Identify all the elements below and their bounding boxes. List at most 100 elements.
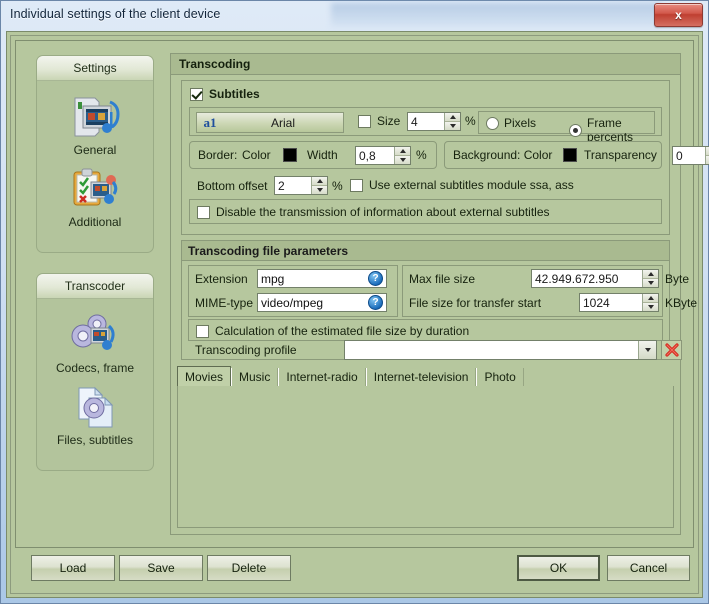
disable-transmission-checkbox[interactable] <box>197 205 210 219</box>
close-button[interactable]: x <box>654 3 703 27</box>
sidebar-item-general[interactable]: General <box>37 89 153 161</box>
border-width-up[interactable] <box>395 147 410 155</box>
max-file-size-unit: Byte <box>665 272 690 286</box>
transparency-stepper[interactable]: 0 <box>672 146 709 165</box>
tab-photo[interactable]: Photo <box>476 368 524 386</box>
file-parameters-right-col: Max file size 42.949.672.950 Byte File s… <box>402 265 697 317</box>
background-color-label: Background: Color <box>453 148 553 162</box>
delete-x-icon <box>664 343 679 357</box>
sidebar-group-transcoder-title: Transcoder <box>37 274 153 299</box>
calc-size-row[interactable]: Calculation of the estimated file size b… <box>188 319 663 341</box>
sidebar-item-additional-label: Additional <box>68 215 122 229</box>
transfer-start-up[interactable] <box>643 294 658 302</box>
bottom-offset-down[interactable] <box>312 185 327 194</box>
bottom-offset-value[interactable]: 2 <box>275 177 311 194</box>
mime-value: video/mpeg <box>261 295 324 310</box>
sidebar-item-files-subtitles[interactable]: Files, subtitles <box>37 379 153 451</box>
ok-button[interactable]: OK <box>517 555 600 581</box>
size-stepper[interactable]: 4 <box>407 112 461 131</box>
transfer-start-stepper[interactable]: 1024 <box>579 293 659 312</box>
max-file-size-value[interactable]: 42.949.672.950 <box>532 270 642 287</box>
mime-input[interactable]: video/mpeg ? <box>257 293 387 312</box>
font-name-label: Arial <box>270 115 295 130</box>
sidebar-item-codecs-frame-label: Codecs, frame <box>55 361 135 375</box>
main-content: Transcoding Subtitles a1 Arial Size 4 % … <box>170 53 709 535</box>
border-color-swatch[interactable] <box>283 148 297 162</box>
font-a1-icon: a1 <box>203 114 217 130</box>
tab-music[interactable]: Music <box>231 368 279 386</box>
max-file-size-stepper[interactable]: 42.949.672.950 <box>531 269 659 288</box>
background-group: Background: Color Transparency 0 <box>444 141 709 169</box>
border-color-label: Color <box>242 148 271 162</box>
profile-delete-button[interactable] <box>661 340 682 360</box>
transparency-label: Transparency <box>584 148 657 162</box>
extension-input[interactable]: mpg ? <box>257 269 387 288</box>
size-enable-row[interactable]: Size <box>358 114 400 128</box>
transcoding-fieldset: Transcoding Subtitles a1 Arial Size 4 % … <box>170 53 709 535</box>
save-button[interactable]: Save <box>119 555 203 581</box>
radio-pixels[interactable]: Pixels <box>486 116 536 130</box>
transparency-value[interactable]: 0 <box>673 147 705 164</box>
profile-combobox[interactable] <box>344 340 657 360</box>
tab-panel-movies <box>177 386 674 528</box>
profile-label: Transcoding profile <box>195 343 297 357</box>
radio-pixels-dot[interactable] <box>486 116 499 130</box>
sidebar-group-transcoder: Transcoder Codecs, frame Files, subtitle… <box>36 273 154 471</box>
tab-internet-radio[interactable]: Internet-radio <box>278 368 366 386</box>
max-file-size-up[interactable] <box>643 270 658 278</box>
sidebar-item-additional[interactable]: Additional <box>37 161 153 233</box>
border-width-down[interactable] <box>395 155 410 164</box>
tab-movies[interactable]: Movies <box>177 366 232 387</box>
subtitles-font-row: a1 Arial Size 4 % Pixels Frame percents <box>189 107 662 144</box>
extension-value: mpg <box>261 271 285 286</box>
files-gear-icon <box>69 384 121 430</box>
border-width-label: Width <box>307 148 338 162</box>
border-label: Border: <box>198 148 238 162</box>
delete-button[interactable]: Delete <box>207 555 291 581</box>
disable-transmission-label: Disable the transmission of information … <box>216 205 550 219</box>
transfer-start-down[interactable] <box>643 302 658 311</box>
background-color-swatch[interactable] <box>563 148 577 162</box>
media-tabs: Movies Music Internet-radio Internet-tel… <box>177 366 674 528</box>
font-select-button[interactable]: a1 Arial <box>196 112 344 133</box>
external-module-label: Use external subtitles module ssa, ass <box>369 178 574 192</box>
tabstrip: Movies Music Internet-radio Internet-tel… <box>177 366 674 387</box>
transcoding-title: Transcoding <box>171 54 680 75</box>
border-width-stepper[interactable]: 0,8 <box>355 146 411 165</box>
calc-size-checkbox[interactable] <box>196 324 209 338</box>
size-label: Size <box>377 114 401 128</box>
calc-size-label: Calculation of the estimated file size b… <box>215 324 470 338</box>
max-file-size-label: Max file size <box>409 272 476 286</box>
window-title: Individual settings of the client device <box>10 7 221 21</box>
sidebar-item-general-label: General <box>73 143 117 157</box>
cancel-button[interactable]: Cancel <box>607 555 690 581</box>
extension-help-icon[interactable]: ? <box>368 271 383 286</box>
size-stepper-up[interactable] <box>445 113 460 121</box>
disable-transmission-row[interactable]: Disable the transmission of information … <box>189 199 662 224</box>
external-module-row[interactable]: Use external subtitles module ssa, ass <box>350 178 574 192</box>
max-file-size-down[interactable] <box>643 278 658 287</box>
size-stepper-down[interactable] <box>445 121 460 130</box>
subtitles-enable-row[interactable]: Subtitles <box>190 87 260 101</box>
checklist-media-icon <box>69 166 121 212</box>
bottom-offset-up[interactable] <box>312 177 327 185</box>
size-checkbox[interactable] <box>358 114 371 128</box>
load-button[interactable]: Load <box>31 555 115 581</box>
file-parameters-left-col: Extension mpg ? MIME-type video/mpeg ? <box>188 265 398 317</box>
profile-value <box>345 341 638 359</box>
bottom-offset-stepper[interactable]: 2 <box>274 176 328 195</box>
sidebar-item-codecs-frame[interactable]: Codecs, frame <box>37 307 153 379</box>
external-module-checkbox[interactable] <box>350 178 363 192</box>
radio-frame-percents-dot[interactable] <box>569 123 582 137</box>
subtitles-checkbox[interactable] <box>190 87 203 101</box>
size-value[interactable]: 4 <box>408 113 444 130</box>
subtitles-group: Subtitles a1 Arial Size 4 % Pixels Frame… <box>181 80 709 235</box>
transfer-start-value[interactable]: 1024 <box>580 294 642 311</box>
tab-internet-television[interactable]: Internet-television <box>365 368 477 386</box>
mime-label: MIME-type <box>195 296 254 310</box>
border-width-value[interactable]: 0,8 <box>356 147 394 164</box>
mime-help-icon[interactable]: ? <box>368 295 383 310</box>
chevron-down-icon[interactable] <box>638 341 656 359</box>
radio-frame-percents[interactable]: Frame percents <box>569 116 654 144</box>
title-bar: Individual settings of the client device… <box>1 1 708 30</box>
